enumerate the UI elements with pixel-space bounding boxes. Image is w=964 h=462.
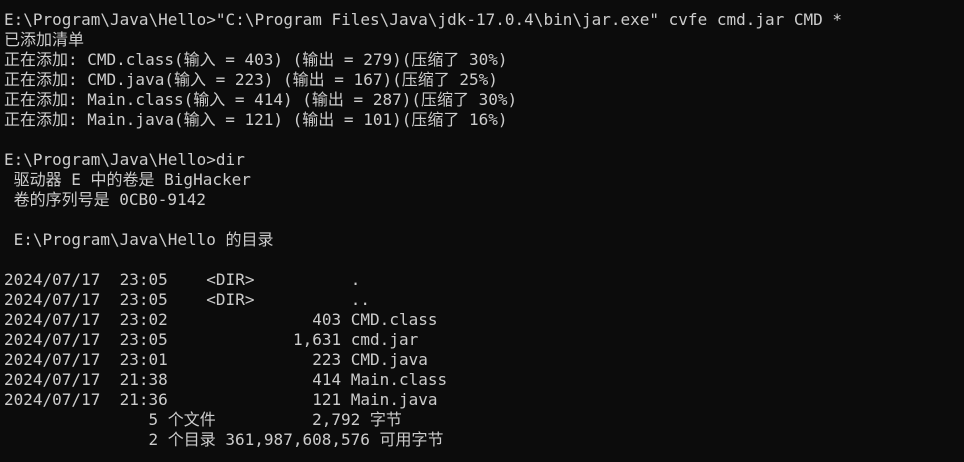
adding-main-class-line: 正在添加: Main.class(输入 = 414) (输出 = 287)(压缩… (4, 90, 518, 109)
dir-command-line: E:\Program\Java\Hello>dir (4, 150, 245, 169)
file-entry-main-class: 2024/07/17 21:38 414 Main.class (4, 370, 448, 389)
volume-serial-line: 卷的序列号是 0CB0-9142 (4, 190, 206, 209)
adding-main-java-line: 正在添加: Main.java(输入 = 121) (输出 = 101)(压缩了… (4, 110, 508, 129)
file-entry-cmd-java: 2024/07/17 23:01 223 CMD.java (4, 350, 428, 369)
file-count-summary: 5 个文件 2,792 字节 (4, 410, 402, 429)
dir-count-summary: 2 个目录 361,987,608,576 可用字节 (4, 430, 444, 449)
adding-cmd-java-line: 正在添加: CMD.java(输入 = 223) (输出 = 167)(压缩了 … (4, 70, 498, 89)
adding-cmd-class-line: 正在添加: CMD.class(输入 = 403) (输出 = 279)(压缩了… (4, 50, 508, 69)
file-entry-main-java: 2024/07/17 21:36 121 Main.java (4, 390, 438, 409)
manifest-added-line: 已添加清单 (4, 30, 85, 49)
jar-command-line: E:\Program\Java\Hello>"C:\Program Files\… (4, 10, 843, 29)
file-entry-cmd-class: 2024/07/17 23:02 403 CMD.class (4, 310, 438, 329)
dir-entry-parent: 2024/07/17 23:05 <DIR> .. (4, 290, 371, 309)
terminal-window[interactable]: E:\Program\Java\Hello>"C:\Program Files\… (0, 0, 964, 462)
dir-entry-current: 2024/07/17 23:05 <DIR> . (4, 270, 361, 289)
file-entry-cmd-jar: 2024/07/17 23:05 1,631 cmd.jar (4, 330, 419, 349)
volume-label-line: 驱动器 E 中的卷是 BigHacker (4, 170, 251, 189)
directory-header-line: E:\Program\Java\Hello 的目录 (4, 230, 274, 249)
